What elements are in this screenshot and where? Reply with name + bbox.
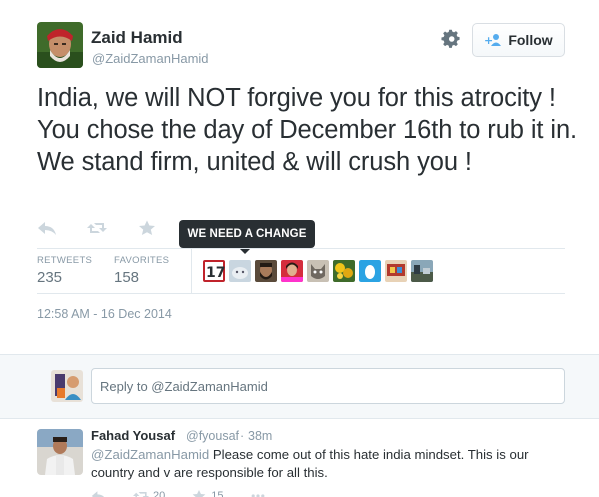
retweets-stat[interactable]: RETWEETS 235 <box>37 255 92 286</box>
tweet-stats: RETWEETS 235 FAVORITES 158 17 <box>37 248 565 294</box>
landscape-avatar[interactable] <box>411 260 433 282</box>
egg-avatar[interactable] <box>359 260 381 282</box>
cat-photo-avatar[interactable] <box>229 260 251 282</box>
reply-mention[interactable]: @ZaidZamanHamid <box>91 447 209 462</box>
gear-icon[interactable] <box>440 28 462 50</box>
tweet-timestamp[interactable]: 12:58 AM - 16 Dec 2014 <box>37 307 172 321</box>
favorites-count: 158 <box>114 269 140 286</box>
author-handle[interactable]: @ZaidZamanHamid <box>92 51 209 66</box>
reply-reply-action[interactable] <box>91 489 107 497</box>
avatar-tooltip: WE NEED A CHANGE <box>179 220 315 248</box>
reply-author-name[interactable]: Fahad Yousaf <box>91 428 175 443</box>
retweet-icon[interactable] <box>87 220 107 236</box>
add-user-icon: + <box>484 34 502 47</box>
author-name[interactable]: Zaid Hamid <box>91 28 183 48</box>
current-user-avatar <box>51 370 83 402</box>
favorites-label: FAVORITES <box>114 255 170 266</box>
reply-icon[interactable] <box>37 220 57 236</box>
reply-author-avatar[interactable] <box>37 429 83 475</box>
tweet-text: India, we will NOT forgive you for this … <box>37 84 578 176</box>
star-icon <box>192 490 206 497</box>
retweets-count: 235 <box>37 269 63 286</box>
reply-input[interactable]: Reply to @ZaidZamanHamid <box>91 368 565 404</box>
star-icon[interactable] <box>137 220 157 236</box>
reply-favorite-action[interactable]: 15 <box>191 489 224 497</box>
retweet-icon <box>133 492 149 497</box>
grey-cat-avatar[interactable] <box>307 260 329 282</box>
reply-composer: Reply to @ZaidZamanHamid <box>0 354 599 419</box>
author-avatar[interactable] <box>37 22 83 68</box>
reply-time[interactable]: 38m <box>248 429 272 443</box>
yellow-flowers-avatar[interactable] <box>333 260 355 282</box>
retweets-label: RETWEETS <box>37 255 93 266</box>
tweet-actions <box>37 220 157 236</box>
reply-retweet-action[interactable]: 20 <box>133 489 165 497</box>
reply-icon <box>91 491 104 497</box>
more-icon <box>251 494 264 497</box>
reply-dot: · <box>240 429 245 443</box>
17-badge-avatar[interactable]: 17 <box>203 260 225 282</box>
tweet-permalink: Zaid Hamid @ZaidZamanHamid + Follow Indi… <box>0 0 599 354</box>
reply-author-handle[interactable]: @fyousaf <box>186 429 239 443</box>
favoriter-avatars: 17 <box>203 260 433 282</box>
reply-more-action[interactable] <box>250 489 266 497</box>
reply-actions: 20 15 <box>91 489 292 497</box>
reply-tweet: Fahad Yousaf @fyousaf · 38m @ZaidZamanHa… <box>0 419 599 497</box>
reply-text: @ZaidZamanHamid Please come out of this … <box>91 446 561 481</box>
follow-button[interactable]: + Follow <box>472 23 565 57</box>
favorites-stat[interactable]: FAVORITES 158 <box>114 255 169 286</box>
stats-divider <box>191 249 192 294</box>
reply-favorite-count: 15 <box>211 490 224 497</box>
follow-label: Follow <box>508 32 553 48</box>
woman-red-avatar[interactable] <box>281 260 303 282</box>
svg-text:17: 17 <box>206 265 225 281</box>
reply-retweet-count: 20 <box>153 490 166 497</box>
bearded-man-avatar[interactable] <box>255 260 277 282</box>
colorful-avatar[interactable] <box>385 260 407 282</box>
